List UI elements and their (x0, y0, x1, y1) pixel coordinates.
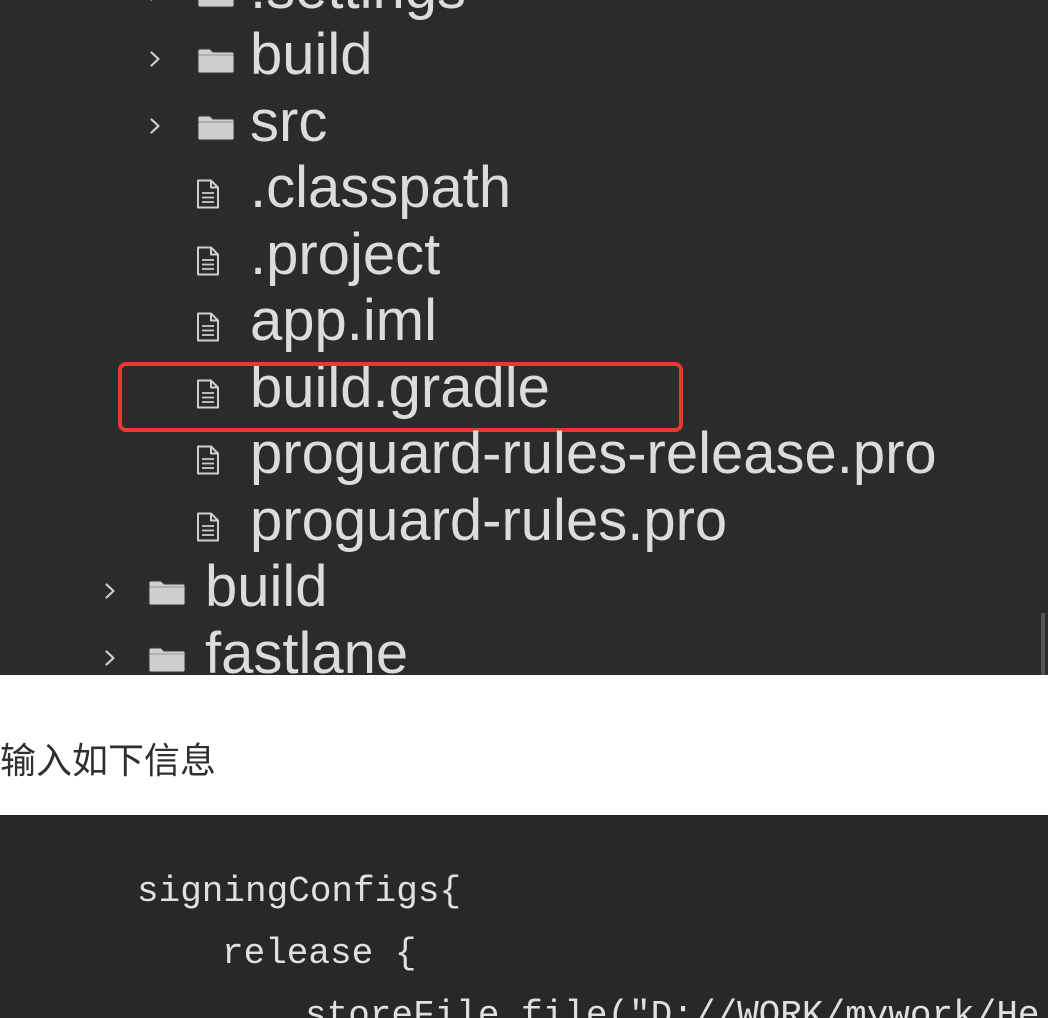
tree-item-label: .project (250, 221, 441, 287)
tree-item-label: .classpath (250, 155, 512, 220)
code-line: storeFile file("D://WORK/mywork/He (305, 995, 1040, 1018)
file-icon (196, 445, 220, 475)
tree-item-src[interactable]: src (0, 89, 1048, 156)
tree-item-label: build (205, 554, 328, 619)
file-icon (196, 179, 220, 209)
file-tree-screenshot: .settings build src .classpath .project … (0, 0, 1048, 675)
chevron-right-icon[interactable] (104, 649, 116, 667)
file-icon (196, 312, 220, 342)
tree-item-build[interactable]: build (0, 22, 1048, 89)
tree-item-label: build (250, 22, 373, 87)
code-line: signingConfigs{ (137, 871, 462, 912)
tree-item-proguard-rules-release-pro[interactable]: proguard-rules-release.pro (0, 421, 1048, 488)
article-page: { "colors": { "tree_background": "#2b2b2… (0, 0, 1048, 1018)
tree-item-build-gradle[interactable]: build.gradle (0, 355, 1048, 432)
file-tree: .settings build src .classpath .project … (0, 0, 1048, 675)
tree-item-label: app.iml (250, 288, 437, 353)
folder-icon (197, 115, 235, 141)
tree-item-app-iml[interactable]: app.iml (0, 288, 1048, 355)
scrollbar-thumb[interactable] (1041, 613, 1045, 675)
folder-icon (197, 48, 235, 74)
tree-item-label: proguard-rules-release.pro (250, 421, 937, 486)
paragraph-text: 输入如下信息 (0, 741, 217, 782)
tree-item-label: proguard-rules.pro (250, 487, 728, 553)
tree-item-project[interactable]: .project (0, 222, 1048, 289)
folder-icon (148, 647, 186, 673)
file-icon (196, 512, 220, 542)
folder-icon (148, 580, 186, 606)
folder-icon (197, 0, 235, 8)
tree-item-proguard-rules-pro[interactable]: proguard-rules.pro (0, 488, 1048, 555)
tree-item-label: .settings (250, 0, 466, 22)
chevron-right-icon[interactable] (149, 50, 161, 68)
code-line: release { (222, 933, 417, 974)
file-icon (196, 246, 220, 276)
tree-item-settings[interactable]: .settings (0, 0, 1048, 22)
tree-item-label: fastlane (205, 620, 409, 676)
tree-item-classpath[interactable]: .classpath (0, 155, 1048, 222)
chevron-right-icon[interactable] (149, 117, 161, 135)
tree-item-fastlane[interactable]: fastlane (0, 620, 1048, 676)
chevron-right-icon[interactable] (149, 0, 161, 2)
chevron-right-icon[interactable] (104, 582, 116, 600)
code-block: signingConfigs{ release { storeFile file… (0, 815, 1048, 1018)
tree-item-label: src (250, 88, 328, 154)
tree-item-build-root[interactable]: build (0, 554, 1048, 621)
